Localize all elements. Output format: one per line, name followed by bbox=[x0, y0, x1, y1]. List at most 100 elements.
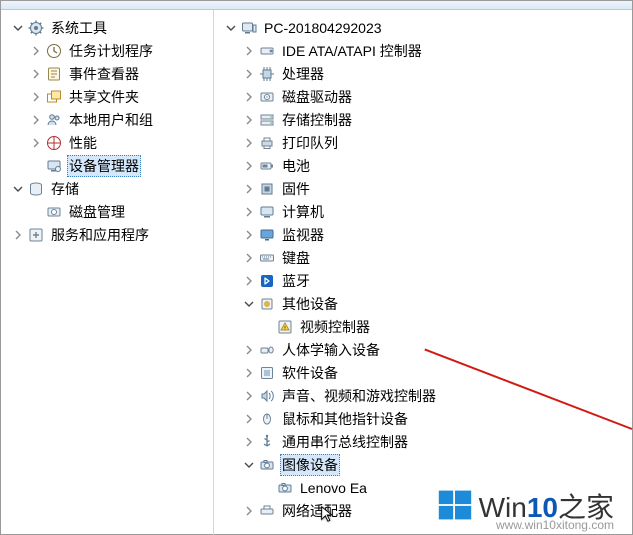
cat-battery-icon bbox=[258, 157, 276, 175]
chevron-down-icon[interactable] bbox=[242, 458, 256, 472]
chevron-right-icon[interactable] bbox=[29, 67, 43, 81]
chevron-down-icon[interactable] bbox=[11, 21, 25, 35]
tree-item-label: 其他设备 bbox=[280, 293, 340, 315]
storage-icon bbox=[27, 180, 45, 198]
task-scheduler-icon bbox=[45, 42, 63, 60]
tree-item-cat-hid[interactable]: 人体学输入设备 bbox=[214, 338, 632, 361]
window-titlebar bbox=[1, 1, 632, 10]
chevron-right-icon[interactable] bbox=[242, 389, 256, 403]
tree-item-cat-monitors[interactable]: 监视器 bbox=[214, 223, 632, 246]
cat-monitors-icon bbox=[258, 226, 276, 244]
chevron-right-icon[interactable] bbox=[11, 228, 25, 242]
tree-item-label: 人体学输入设备 bbox=[280, 339, 382, 361]
cat-ide-icon bbox=[258, 42, 276, 60]
tree-item-label: 性能 bbox=[67, 132, 99, 154]
tree-item-label: 声音、视频和游戏控制器 bbox=[280, 385, 438, 407]
performance-icon bbox=[45, 134, 63, 152]
local-users-groups-icon bbox=[45, 111, 63, 129]
tree-item-storage[interactable]: 存储 bbox=[1, 177, 213, 200]
tree-item-root-pc[interactable]: PC-201804292023 bbox=[214, 16, 632, 39]
tree-item-label: 视频控制器 bbox=[298, 316, 372, 338]
tree-item-label: 本地用户和组 bbox=[67, 109, 155, 131]
tree-item-cat-disk-drives[interactable]: 磁盘驱动器 bbox=[214, 85, 632, 108]
cat-mice-icon bbox=[258, 410, 276, 428]
tree-item-label: 图像设备 bbox=[280, 454, 340, 476]
tree-item-cat-cpu[interactable]: 处理器 bbox=[214, 62, 632, 85]
tree-item-label: 任务计划程序 bbox=[67, 40, 155, 62]
chevron-right-icon[interactable] bbox=[242, 136, 256, 150]
tree-item-cat-software-devices[interactable]: 软件设备 bbox=[214, 361, 632, 384]
cat-cpu-icon bbox=[258, 65, 276, 83]
tree-item-label: 共享文件夹 bbox=[67, 86, 141, 108]
tree-item-cat-firmware[interactable]: 固件 bbox=[214, 177, 632, 200]
tree-item-label: 服务和应用程序 bbox=[49, 224, 151, 246]
chevron-right-icon[interactable] bbox=[242, 44, 256, 58]
tree-item-cat-imaging[interactable]: 图像设备 bbox=[214, 453, 632, 476]
tree-item-cat-keyboards[interactable]: 键盘 bbox=[214, 246, 632, 269]
tree-item-label: 网络适配器 bbox=[280, 500, 354, 522]
services-apps-icon bbox=[27, 226, 45, 244]
device-manager-tree[interactable]: PC-201804292023IDE ATA/ATAPI 控制器处理器磁盘驱动器… bbox=[214, 10, 632, 535]
chevron-down-icon[interactable] bbox=[242, 297, 256, 311]
tree-item-disk-management[interactable]: 磁盘管理 bbox=[1, 200, 213, 223]
chevron-right-icon[interactable] bbox=[242, 205, 256, 219]
tree-item-label: 软件设备 bbox=[280, 362, 340, 384]
tree-item-cat-usb[interactable]: 通用串行总线控制器 bbox=[214, 430, 632, 453]
tree-item-services-apps[interactable]: 服务和应用程序 bbox=[1, 223, 213, 246]
tree-item-label: 存储 bbox=[49, 178, 81, 200]
chevron-right-icon[interactable] bbox=[242, 113, 256, 127]
chevron-right-icon[interactable] bbox=[242, 504, 256, 518]
tree-item-task-scheduler[interactable]: 任务计划程序 bbox=[1, 39, 213, 62]
mmc-nav-tree[interactable]: 系统工具任务计划程序事件查看器共享文件夹本地用户和组性能设备管理器存储磁盘管理服… bbox=[1, 10, 214, 535]
disk-management-icon bbox=[45, 203, 63, 221]
chevron-right-icon[interactable] bbox=[29, 136, 43, 150]
cat-other-devices-icon bbox=[258, 295, 276, 313]
chevron-right-icon[interactable] bbox=[29, 90, 43, 104]
tree-item-dev-video-controller[interactable]: 视频控制器 bbox=[214, 315, 632, 338]
chevron-right-icon[interactable] bbox=[242, 182, 256, 196]
dev-video-controller-icon bbox=[276, 318, 294, 336]
tree-item-cat-battery[interactable]: 电池 bbox=[214, 154, 632, 177]
tree-item-label: 事件查看器 bbox=[67, 63, 141, 85]
tree-item-label: 计算机 bbox=[280, 201, 326, 223]
tree-item-cat-ide[interactable]: IDE ATA/ATAPI 控制器 bbox=[214, 39, 632, 62]
tree-item-cat-storage-controllers[interactable]: 存储控制器 bbox=[214, 108, 632, 131]
tree-item-label: 打印队列 bbox=[280, 132, 340, 154]
chevron-right-icon[interactable] bbox=[29, 44, 43, 58]
chevron-right-icon[interactable] bbox=[242, 159, 256, 173]
event-viewer-icon bbox=[45, 65, 63, 83]
chevron-right-icon[interactable] bbox=[242, 90, 256, 104]
tree-item-label: 设备管理器 bbox=[67, 155, 141, 177]
chevron-right-icon[interactable] bbox=[242, 274, 256, 288]
chevron-down-icon[interactable] bbox=[224, 21, 238, 35]
tree-item-label: 键盘 bbox=[280, 247, 312, 269]
cat-bluetooth-icon bbox=[258, 272, 276, 290]
chevron-right-icon[interactable] bbox=[242, 251, 256, 265]
tree-item-label: 通用串行总线控制器 bbox=[280, 431, 410, 453]
tree-item-cat-bluetooth[interactable]: 蓝牙 bbox=[214, 269, 632, 292]
cat-storage-controllers-icon bbox=[258, 111, 276, 129]
chevron-right-icon[interactable] bbox=[242, 412, 256, 426]
cat-print-queues-icon bbox=[258, 134, 276, 152]
tree-item-system-tools[interactable]: 系统工具 bbox=[1, 16, 213, 39]
tree-item-event-viewer[interactable]: 事件查看器 bbox=[1, 62, 213, 85]
chevron-right-icon[interactable] bbox=[29, 113, 43, 127]
chevron-right-icon[interactable] bbox=[242, 228, 256, 242]
tree-item-cat-other-devices[interactable]: 其他设备 bbox=[214, 292, 632, 315]
tree-item-cat-computer[interactable]: 计算机 bbox=[214, 200, 632, 223]
chevron-down-icon[interactable] bbox=[11, 182, 25, 196]
tree-item-shared-folders[interactable]: 共享文件夹 bbox=[1, 85, 213, 108]
tree-item-device-manager[interactable]: 设备管理器 bbox=[1, 154, 213, 177]
chevron-right-icon[interactable] bbox=[242, 366, 256, 380]
chevron-right-icon[interactable] bbox=[242, 343, 256, 357]
cat-software-devices-icon bbox=[258, 364, 276, 382]
cat-imaging-icon bbox=[258, 456, 276, 474]
tree-item-cat-print-queues[interactable]: 打印队列 bbox=[214, 131, 632, 154]
root-pc-icon bbox=[240, 19, 258, 37]
chevron-right-icon[interactable] bbox=[242, 435, 256, 449]
tree-item-performance[interactable]: 性能 bbox=[1, 131, 213, 154]
tree-item-cat-mice[interactable]: 鼠标和其他指针设备 bbox=[214, 407, 632, 430]
tree-item-local-users-groups[interactable]: 本地用户和组 bbox=[1, 108, 213, 131]
chevron-right-icon[interactable] bbox=[242, 67, 256, 81]
cat-disk-drives-icon bbox=[258, 88, 276, 106]
